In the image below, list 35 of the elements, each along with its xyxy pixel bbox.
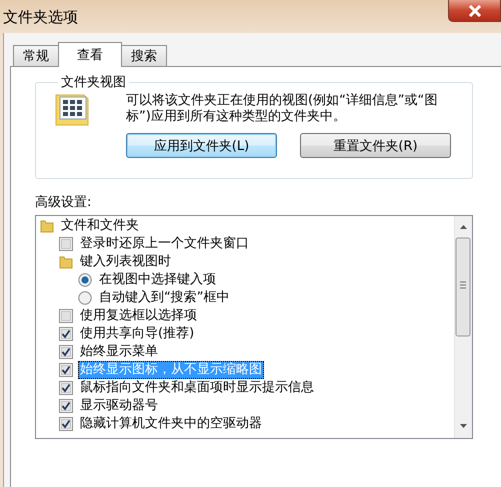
- action-button[interactable]: 应用到文件夹(L): [126, 133, 277, 158]
- checkbox[interactable]: [59, 327, 73, 341]
- close-button[interactable]: [448, 0, 501, 22]
- setting-item[interactable]: 隐藏计算机文件夹中的空驱动器: [78, 415, 264, 433]
- radio-button[interactable]: [78, 273, 92, 287]
- checkbox[interactable]: [59, 381, 73, 395]
- tab[interactable]: 查看: [58, 42, 122, 67]
- checkbox[interactable]: [59, 363, 73, 377]
- close-icon: [468, 4, 482, 16]
- tab[interactable]: 常规: [13, 45, 59, 66]
- checkbox[interactable]: [59, 237, 73, 251]
- setting-item[interactable]: 使用复选框以选择项: [78, 307, 199, 325]
- folder-icon: [40, 219, 54, 233]
- setting-item[interactable]: 登录时还原上一个文件夹窗口: [78, 235, 251, 253]
- setting-item[interactable]: 文件和文件夹: [59, 217, 141, 235]
- checkbox[interactable]: [59, 345, 73, 359]
- advanced-settings-label: 高级设置:: [35, 194, 92, 211]
- setting-item[interactable]: 键入列表视图时: [78, 253, 173, 271]
- setting-item[interactable]: 始终显示菜单: [78, 343, 160, 361]
- description-text: 可以将该文件夹正在使用的视图(例如“详细信息”或“图标”)应用到所有这种类型的文件夹中。: [126, 93, 438, 125]
- checkbox[interactable]: [59, 309, 73, 323]
- folder-icon: [59, 255, 73, 269]
- radio-button[interactable]: [78, 291, 92, 305]
- tab[interactable]: 搜索: [121, 45, 167, 66]
- setting-item[interactable]: 显示驱动器号: [78, 397, 160, 415]
- checkbox[interactable]: [59, 399, 73, 413]
- setting-item[interactable]: 鼠标指向文件夹和桌面项时显示提示信息: [78, 379, 316, 397]
- window-title: 文件夹选项: [3, 8, 78, 27]
- scrollbar[interactable]: [454, 216, 472, 438]
- setting-item[interactable]: 在视图中选择键入项: [97, 271, 218, 289]
- checkbox[interactable]: [59, 417, 73, 431]
- setting-item[interactable]: 自动键入到“搜索”框中: [97, 289, 232, 307]
- action-button[interactable]: 重置文件夹(R): [300, 133, 451, 158]
- group-title: 文件夹视图: [60, 74, 127, 91]
- setting-item[interactable]: 使用共享向导(推荐): [78, 325, 196, 343]
